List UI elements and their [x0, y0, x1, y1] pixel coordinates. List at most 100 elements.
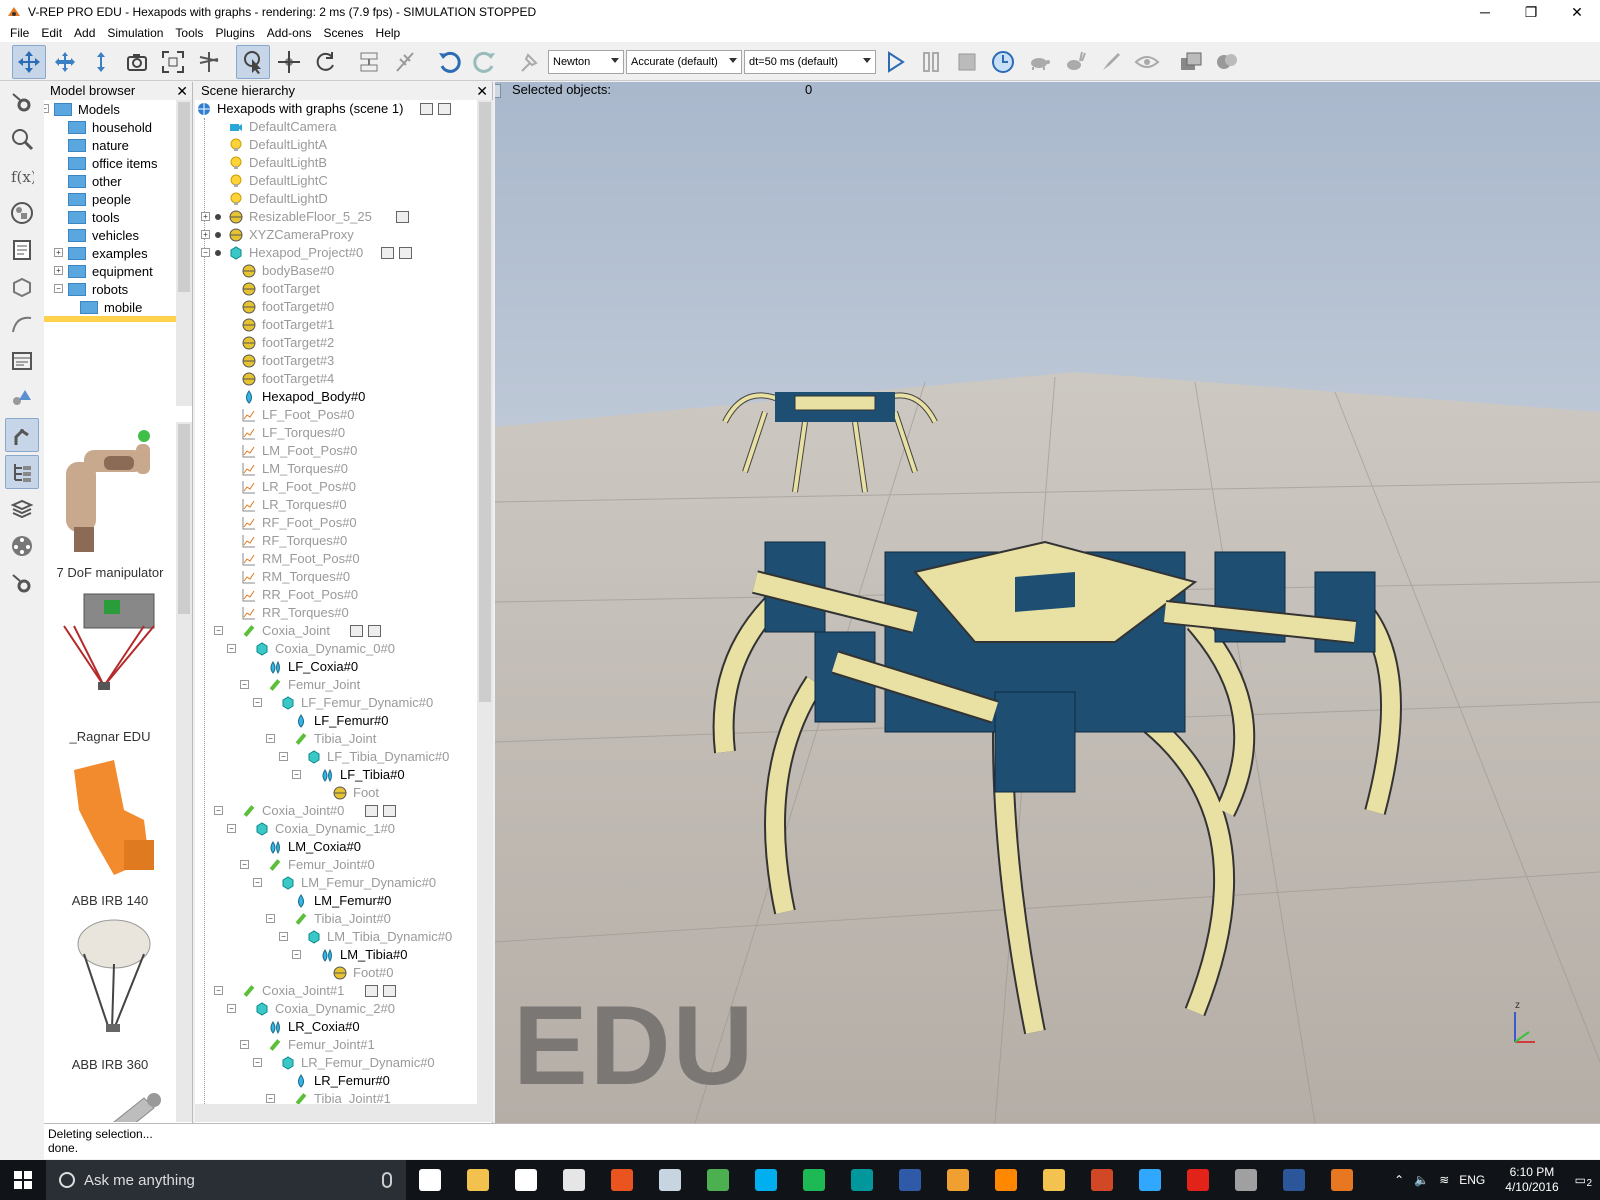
hierarchy-row[interactable]: − Coxia_Dynamic_2#0 — [195, 1000, 477, 1018]
collapse-icon[interactable]: − — [266, 914, 275, 923]
taskbar-app-ubuntu[interactable] — [598, 1160, 646, 1200]
hierarchy-row[interactable]: LF_Foot_Pos#0 — [195, 406, 477, 424]
collections-button[interactable] — [5, 196, 39, 230]
hierarchy-row[interactable]: − LR_Femur_Dynamic#0 — [195, 1054, 477, 1072]
model-folder-item[interactable]: people — [44, 190, 176, 208]
realtime-mode-button[interactable] — [986, 45, 1020, 79]
hierarchy-row[interactable]: RR_Torques#0 — [195, 604, 477, 622]
collapse-icon[interactable]: − — [240, 1040, 249, 1049]
layers-button[interactable] — [5, 492, 39, 526]
taskbar-app-task-view[interactable] — [406, 1160, 454, 1200]
shape-edit-button[interactable] — [5, 270, 39, 304]
camera-pan-button[interactable] — [12, 44, 46, 79]
taskbar-app-word[interactable] — [1270, 1160, 1318, 1200]
taskbar-app-store[interactable] — [502, 1160, 550, 1200]
taskbar-app-chrome[interactable] — [694, 1160, 742, 1200]
user-settings-gear-button[interactable] — [5, 566, 39, 600]
expand-icon[interactable]: + — [54, 248, 63, 257]
maximize-button[interactable]: ❐ — [1508, 0, 1554, 24]
object-rotate-button[interactable] — [308, 45, 342, 79]
hierarchy-row[interactable]: LM_Torques#0 — [195, 460, 477, 478]
model-folder-item[interactable]: household — [44, 118, 176, 136]
visibility-dot-icon[interactable] — [215, 214, 221, 220]
collapse-icon[interactable]: − — [253, 878, 262, 887]
accuracy-select[interactable]: Accurate (default) — [626, 49, 742, 74]
taskbar-app-photoshop[interactable] — [1126, 1160, 1174, 1200]
collapse-icon[interactable]: − — [266, 1094, 275, 1103]
hierarchy-row[interactable]: DefaultLightB — [195, 154, 477, 172]
taskbar-app-solidworks[interactable] — [1174, 1160, 1222, 1200]
customization-badge-icon[interactable] — [382, 985, 396, 997]
menu-file[interactable]: File — [0, 24, 35, 42]
close-icon[interactable]: ✕ — [176, 82, 188, 100]
object-properties-button[interactable] — [5, 122, 39, 156]
taskbar-app-calculator[interactable] — [550, 1160, 598, 1200]
selection-toggle-icon[interactable] — [495, 84, 501, 98]
hierarchy-row[interactable]: − Coxia_Joint#1 — [195, 982, 477, 1000]
visibility-dot-icon[interactable] — [215, 232, 221, 238]
hierarchy-row[interactable]: LM_Femur#0 — [195, 892, 477, 910]
physics-engine-select[interactable]: Newton — [548, 49, 624, 74]
model-folder-item[interactable]: + examples — [44, 244, 176, 262]
hierarchy-row[interactable]: − Tibia_Joint — [195, 730, 477, 748]
chevron-up-icon[interactable]: ⌃ — [1394, 1173, 1404, 1187]
timestep-select[interactable]: dt=50 ms (default) — [744, 49, 876, 74]
collapse-icon[interactable]: − — [253, 698, 262, 707]
menu-scenes[interactable]: Scenes — [318, 24, 370, 42]
collapse-icon[interactable]: − — [214, 626, 223, 635]
assemble-button[interactable] — [352, 45, 386, 79]
hierarchy-row[interactable]: DefaultLightA — [195, 136, 477, 154]
collapse-icon[interactable]: − — [214, 806, 223, 815]
scene-hierarchy-toggle-button[interactable] — [5, 455, 39, 489]
model-folder-item[interactable]: tools — [44, 208, 176, 226]
expand-icon[interactable]: + — [201, 212, 210, 221]
volume-icon[interactable]: 🔈 — [1414, 1173, 1429, 1187]
camera-rotate-button[interactable] — [48, 45, 82, 79]
redo-button[interactable] — [468, 45, 502, 79]
expand-icon[interactable]: + — [201, 230, 210, 239]
scene-root-row[interactable]: Hexapods with graphs (scene 1) — [195, 100, 477, 118]
hierarchy-row[interactable]: − Coxia_Dynamic_0#0 — [195, 640, 477, 658]
hierarchy-scrollbar[interactable] — [477, 100, 493, 1122]
camera-angle-button[interactable] — [120, 45, 154, 79]
taskbar-app-powerpoint[interactable] — [1078, 1160, 1126, 1200]
expand-icon[interactable]: + — [54, 266, 63, 275]
hierarchy-row[interactable]: − LM_Tibia#0 — [195, 946, 477, 964]
model-folder-item[interactable]: other — [44, 172, 176, 190]
model-tree-scrollbar[interactable] — [176, 100, 192, 406]
wifi-icon[interactable]: ≋ — [1439, 1173, 1449, 1187]
taskbar-app-vrep[interactable] — [1318, 1160, 1366, 1200]
hierarchy-row[interactable]: Foot — [195, 784, 477, 802]
hierarchy-row[interactable]: − Tibia_Joint#0 — [195, 910, 477, 928]
hierarchy-row[interactable]: − LF_Tibia_Dynamic#0 — [195, 748, 477, 766]
hierarchy-row[interactable]: DefaultLightD — [195, 190, 477, 208]
menu-help[interactable]: Help — [370, 24, 407, 42]
collapse-icon[interactable]: − — [253, 1058, 262, 1067]
visibility-dot-icon[interactable] — [215, 250, 221, 256]
collapse-icon[interactable]: − — [240, 860, 249, 869]
hierarchy-row[interactable]: Foot#0 — [195, 964, 477, 982]
scene-selector-button[interactable] — [1210, 45, 1244, 79]
customization-badge-icon[interactable] — [368, 625, 382, 637]
lang-indicator[interactable]: ENG — [1459, 1173, 1485, 1187]
hierarchy-row[interactable]: footTarget#1 — [195, 316, 477, 334]
collapse-icon[interactable]: − — [292, 770, 301, 779]
collapse-icon[interactable]: − — [227, 824, 236, 833]
collapse-icon[interactable]: − — [227, 644, 236, 653]
script-badge-icon[interactable] — [364, 805, 378, 817]
taskbar-app-app-blue[interactable] — [886, 1160, 934, 1200]
undo-button[interactable] — [432, 45, 466, 79]
taskbar-app-arduino[interactable] — [838, 1160, 886, 1200]
hierarchy-row[interactable]: − Hexapod_Project#0 — [195, 244, 477, 262]
hierarchy-row[interactable]: + XYZCameraProxy — [195, 226, 477, 244]
model-thumbnail-industrial[interactable] — [44, 1078, 176, 1122]
collapse-icon[interactable]: − — [44, 104, 49, 113]
hierarchy-row[interactable]: LF_Femur#0 — [195, 712, 477, 730]
hierarchy-row[interactable]: − Femur_Joint — [195, 676, 477, 694]
minimize-button[interactable]: ─ — [1462, 0, 1508, 24]
hierarchy-row[interactable]: LR_Femur#0 — [195, 1072, 477, 1090]
customization-badge-icon[interactable] — [382, 805, 396, 817]
hierarchy-row[interactable]: RF_Foot_Pos#0 — [195, 514, 477, 532]
hierarchy-row[interactable]: − Femur_Joint#1 — [195, 1036, 477, 1054]
hierarchy-row[interactable]: LM_Foot_Pos#0 — [195, 442, 477, 460]
